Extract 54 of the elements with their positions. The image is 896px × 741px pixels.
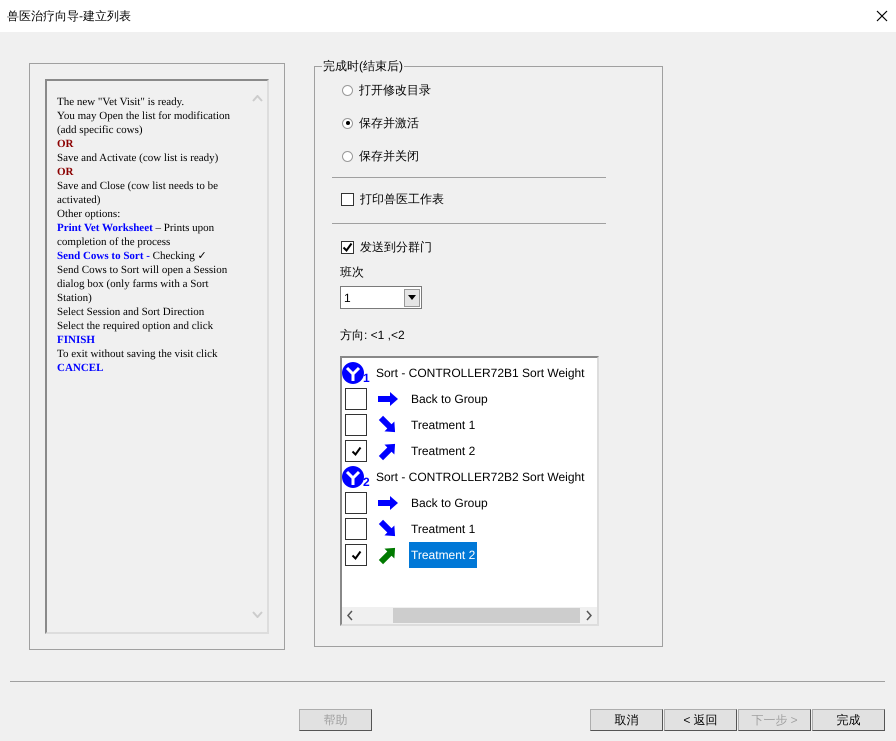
check-icon xyxy=(350,446,362,456)
radio-button[interactable] xyxy=(342,84,353,96)
checkbox[interactable] xyxy=(345,440,367,462)
checkbox-option[interactable]: 打印兽医工作表 xyxy=(341,189,636,209)
radio-option[interactable]: 保存并关闭 xyxy=(342,146,636,166)
horizontal-scrollbar[interactable] xyxy=(342,607,597,624)
help-line: Send Cows to Sort - Checking ✓ xyxy=(57,249,208,263)
dropdown-arrow-icon xyxy=(408,295,416,300)
sort-gate-label[interactable]: Sort - CONTROLLER72B1 Sort Weight xyxy=(376,364,585,382)
group-legend: 完成时(结束后) xyxy=(322,59,404,73)
shift-label: 班次 xyxy=(340,264,364,281)
checkbox[interactable] xyxy=(345,518,367,540)
checkbox[interactable] xyxy=(345,492,367,514)
help-line: Send Cows to Sort will open a Session dialog box (only farms with a Sort Station) xyxy=(57,263,228,305)
help-line: OR xyxy=(57,137,74,151)
check-icon xyxy=(342,242,353,252)
radio-option[interactable]: 打开修改目录 xyxy=(342,80,636,100)
help-line: Select the required option and click xyxy=(57,319,214,333)
checkbox[interactable] xyxy=(341,192,354,206)
dialog-button[interactable]: 取消 xyxy=(590,709,663,731)
radio-button[interactable] xyxy=(342,118,353,128)
dialog-button[interactable]: 完成 xyxy=(812,709,885,731)
radio-button[interactable] xyxy=(342,150,353,162)
help-line: Save and Close (cow list needs to be activated) xyxy=(57,179,219,207)
help-line: The new "Vet Visit" is ready. xyxy=(57,95,186,109)
help-line: FINISH xyxy=(57,333,96,347)
checkbox-option[interactable]: 发送到分群门 xyxy=(341,237,636,257)
dialog-button[interactable]: < 返回 xyxy=(664,709,737,731)
direction-item[interactable]: Back to Group xyxy=(409,490,490,516)
direction-item[interactable]: Treatment 1 xyxy=(409,412,478,438)
help-line: Save and Activate (cow list is ready) xyxy=(57,151,220,165)
radio-option[interactable]: 保存并激活 xyxy=(342,113,636,133)
direction-label: 方向: <1 ,<2 xyxy=(340,327,405,344)
help-line: Select Session and Sort Direction xyxy=(57,305,206,319)
checkbox[interactable] xyxy=(345,544,367,566)
sort-gate-label[interactable]: Sort - CONTROLLER72B2 Sort Weight xyxy=(376,468,585,486)
check-icon xyxy=(350,550,362,560)
direction-item[interactable]: Treatment 2 xyxy=(409,438,478,464)
help-line: CANCEL xyxy=(57,361,104,375)
close-icon[interactable] xyxy=(876,10,888,22)
direction-item[interactable]: Back to Group xyxy=(409,386,490,412)
checkbox[interactable] xyxy=(345,388,367,410)
help-line: You may Open the list for modification (add specific cows) xyxy=(57,109,232,137)
checkbox[interactable] xyxy=(345,414,367,436)
direction-item[interactable]: Treatment 1 xyxy=(409,516,478,542)
scroll-thumb[interactable] xyxy=(392,608,580,623)
direction-item[interactable]: Treatment 2 xyxy=(409,542,478,568)
checkbox[interactable] xyxy=(341,240,354,254)
window-title: 兽医治疗向导-建立列表 xyxy=(7,8,131,25)
help-line: To exit without saving the visit click xyxy=(57,347,219,361)
help-line: Other options: xyxy=(57,207,122,221)
help-line: OR xyxy=(57,165,74,179)
shift-select[interactable]: 1 xyxy=(340,286,422,309)
help-line: Print Vet Worksheet – Prints upon completion of the process xyxy=(57,221,216,249)
